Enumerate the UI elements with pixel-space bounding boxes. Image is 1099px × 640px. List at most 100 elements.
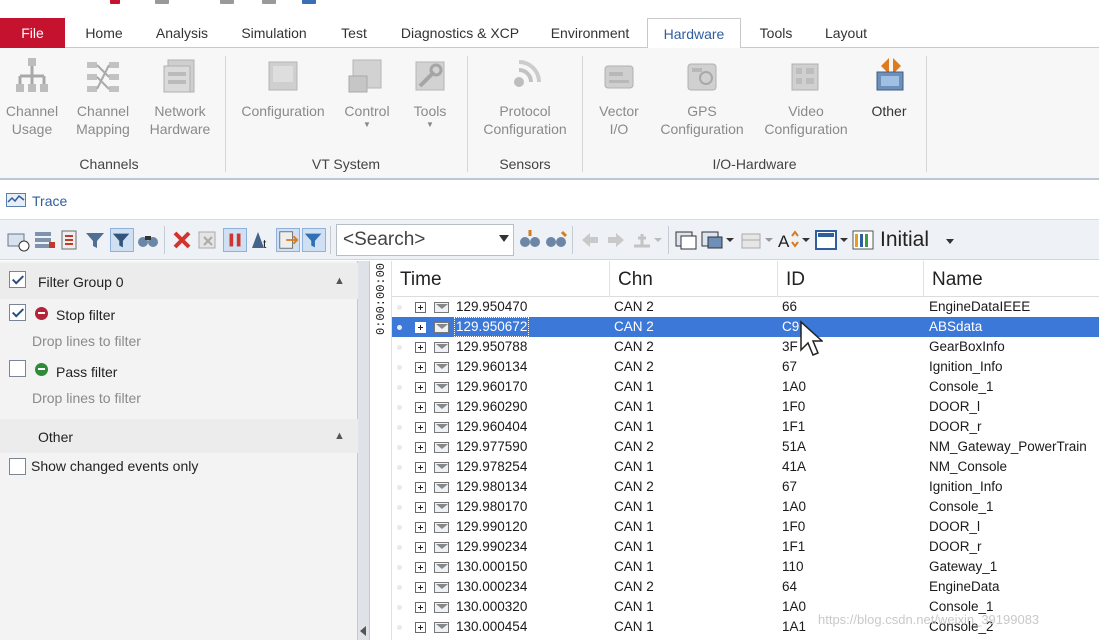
gps-configuration-button[interactable]: GPS Configuration — [656, 56, 748, 138]
trace-row[interactable]: 129.980170 CAN 1 1A0 Console_1 — [392, 497, 1099, 517]
expand-icon[interactable] — [415, 422, 426, 433]
forward-icon[interactable] — [604, 228, 628, 252]
expand-icon[interactable] — [415, 342, 426, 353]
collapse-left-icon[interactable] — [360, 626, 366, 636]
column-header-time[interactable]: Time — [392, 261, 610, 297]
column-header-name[interactable]: Name — [924, 261, 1099, 297]
trace-row[interactable]: 129.960134 CAN 2 67 Ignition_Info — [392, 357, 1099, 377]
trace-row[interactable]: 129.960404 CAN 1 1F1 DOOR_r — [392, 417, 1099, 437]
tab-environment[interactable]: Environment — [540, 18, 640, 48]
filter-group-header[interactable]: Filter Group 0 ▲ — [0, 263, 358, 299]
layout-icon[interactable] — [814, 228, 850, 252]
trace-row[interactable]: 129.950672 CAN 2 C9 ABSdata — [392, 317, 1099, 337]
expand-icon[interactable] — [415, 542, 426, 553]
find-prev-icon[interactable] — [544, 228, 568, 252]
window-dropdown-icon[interactable] — [700, 228, 736, 252]
expand-icon[interactable] — [415, 482, 426, 493]
expand-icon[interactable] — [415, 602, 426, 613]
quick-access-icon[interactable] — [155, 0, 169, 4]
marker-icon[interactable] — [630, 228, 662, 252]
stop-filter-checkbox[interactable] — [9, 304, 26, 321]
quick-access-icon[interactable] — [302, 0, 316, 4]
expand-icon[interactable] — [415, 522, 426, 533]
trace-row[interactable]: 129.990234 CAN 1 1F1 DOOR_r — [392, 537, 1099, 557]
expand-icon[interactable] — [415, 362, 426, 373]
channel-mapping-button[interactable]: Channel Mapping — [72, 56, 134, 138]
grid-options-icon[interactable] — [740, 228, 774, 252]
tab-hardware[interactable]: Hardware — [647, 18, 741, 49]
filter-funnel-icon[interactable] — [110, 228, 134, 252]
vt-tools-button[interactable]: Tools ▼ — [404, 56, 456, 130]
trace-row[interactable]: 129.990120 CAN 1 1F0 DOOR_l — [392, 517, 1099, 537]
chevron-down-icon[interactable] — [946, 239, 954, 244]
protocol-configuration-button[interactable]: Protocol Configuration — [476, 56, 574, 138]
trace-row[interactable]: 129.980134 CAN 2 67 Ignition_Info — [392, 477, 1099, 497]
tab-simulation[interactable]: Simulation — [228, 18, 320, 48]
filter-icon[interactable] — [84, 228, 108, 252]
expand-icon[interactable] — [415, 382, 426, 393]
expand-icon[interactable] — [415, 442, 426, 453]
window-icon[interactable] — [674, 228, 698, 252]
find-next-icon[interactable] — [518, 228, 542, 252]
quick-access-icon[interactable] — [220, 0, 234, 4]
stop-filter-drop-hint[interactable]: Drop lines to filter — [32, 333, 141, 349]
back-icon[interactable] — [578, 228, 602, 252]
time-delta-icon[interactable]: t — [250, 228, 274, 252]
other-hardware-button[interactable]: Other — [864, 56, 914, 120]
export-icon[interactable] — [276, 228, 300, 252]
vector-io-button[interactable]: Vector I/O — [592, 56, 646, 138]
network-hardware-button[interactable]: Network Hardware — [146, 56, 214, 138]
search-box[interactable] — [336, 224, 514, 256]
tab-home[interactable]: Home — [72, 18, 136, 48]
vt-configuration-button[interactable]: Configuration — [238, 56, 328, 120]
add-filter-icon[interactable] — [6, 228, 30, 252]
chronological-icon[interactable] — [58, 228, 82, 252]
panel-splitter[interactable] — [358, 261, 370, 640]
tab-test[interactable]: Test — [330, 18, 378, 48]
vt-control-button[interactable]: Control ▼ — [340, 56, 394, 130]
trace-row[interactable]: 129.978254 CAN 1 41A NM_Console — [392, 457, 1099, 477]
expand-icon[interactable] — [415, 582, 426, 593]
tab-file[interactable]: File — [0, 18, 65, 48]
tab-tools[interactable]: Tools — [748, 18, 804, 48]
video-configuration-button[interactable]: Video Configuration — [760, 56, 852, 138]
filter-group-checkbox[interactable] — [9, 271, 26, 288]
trace-row[interactable]: 129.960290 CAN 1 1F0 DOOR_l — [392, 397, 1099, 417]
expand-icon[interactable] — [415, 562, 426, 573]
expand-icon[interactable] — [415, 402, 426, 413]
column-header-id[interactable]: ID — [778, 261, 924, 297]
column-filter-icon[interactable] — [302, 228, 326, 252]
pass-filter-checkbox[interactable] — [9, 360, 26, 377]
other-section-header[interactable]: Other ▲ — [0, 419, 358, 453]
chevron-down-icon[interactable] — [499, 235, 509, 242]
channel-usage-button[interactable]: Channel Usage — [2, 56, 62, 138]
delete-icon[interactable] — [170, 228, 194, 252]
find-icon[interactable] — [136, 228, 160, 252]
pass-filter-drop-hint[interactable]: Drop lines to filter — [32, 390, 141, 406]
tab-analysis[interactable]: Analysis — [146, 18, 218, 48]
column-header-chn[interactable]: Chn — [610, 261, 778, 297]
expand-icon[interactable] — [415, 502, 426, 513]
expand-icon[interactable] — [415, 622, 426, 633]
collapse-icon[interactable]: ▲ — [334, 275, 345, 287]
expand-icon[interactable] — [415, 302, 426, 313]
pause-icon[interactable] — [223, 228, 247, 252]
trace-row[interactable]: 130.000150 CAN 1 110 Gateway_1 — [392, 557, 1099, 577]
trace-row[interactable]: 129.950788 CAN 2 3F GearBoxInfo — [392, 337, 1099, 357]
search-input[interactable] — [337, 225, 497, 255]
quick-access-icon[interactable] — [110, 0, 120, 4]
trace-row[interactable]: 129.950470 CAN 2 66 EngineDataIEEE — [392, 297, 1099, 317]
quick-access-icon[interactable] — [262, 0, 276, 4]
collapse-icon[interactable]: ▲ — [334, 430, 345, 442]
tab-diagnostics-xcp[interactable]: Diagnostics & XCP — [390, 18, 530, 48]
expand-icon[interactable] — [415, 322, 426, 333]
font-size-icon[interactable]: A — [776, 228, 812, 252]
trace-row[interactable]: 130.000234 CAN 2 64 EngineData — [392, 577, 1099, 597]
expand-icon[interactable] — [415, 462, 426, 473]
trace-row[interactable]: 129.977590 CAN 2 51A NM_Gateway_PowerTrain — [392, 437, 1099, 457]
display-mode-icon[interactable] — [32, 228, 56, 252]
trace-row[interactable]: 129.960170 CAN 1 1A0 Console_1 — [392, 377, 1099, 397]
tab-layout[interactable]: Layout — [814, 18, 878, 48]
show-changed-checkbox[interactable] — [9, 458, 26, 475]
clear-icon[interactable] — [196, 228, 220, 252]
